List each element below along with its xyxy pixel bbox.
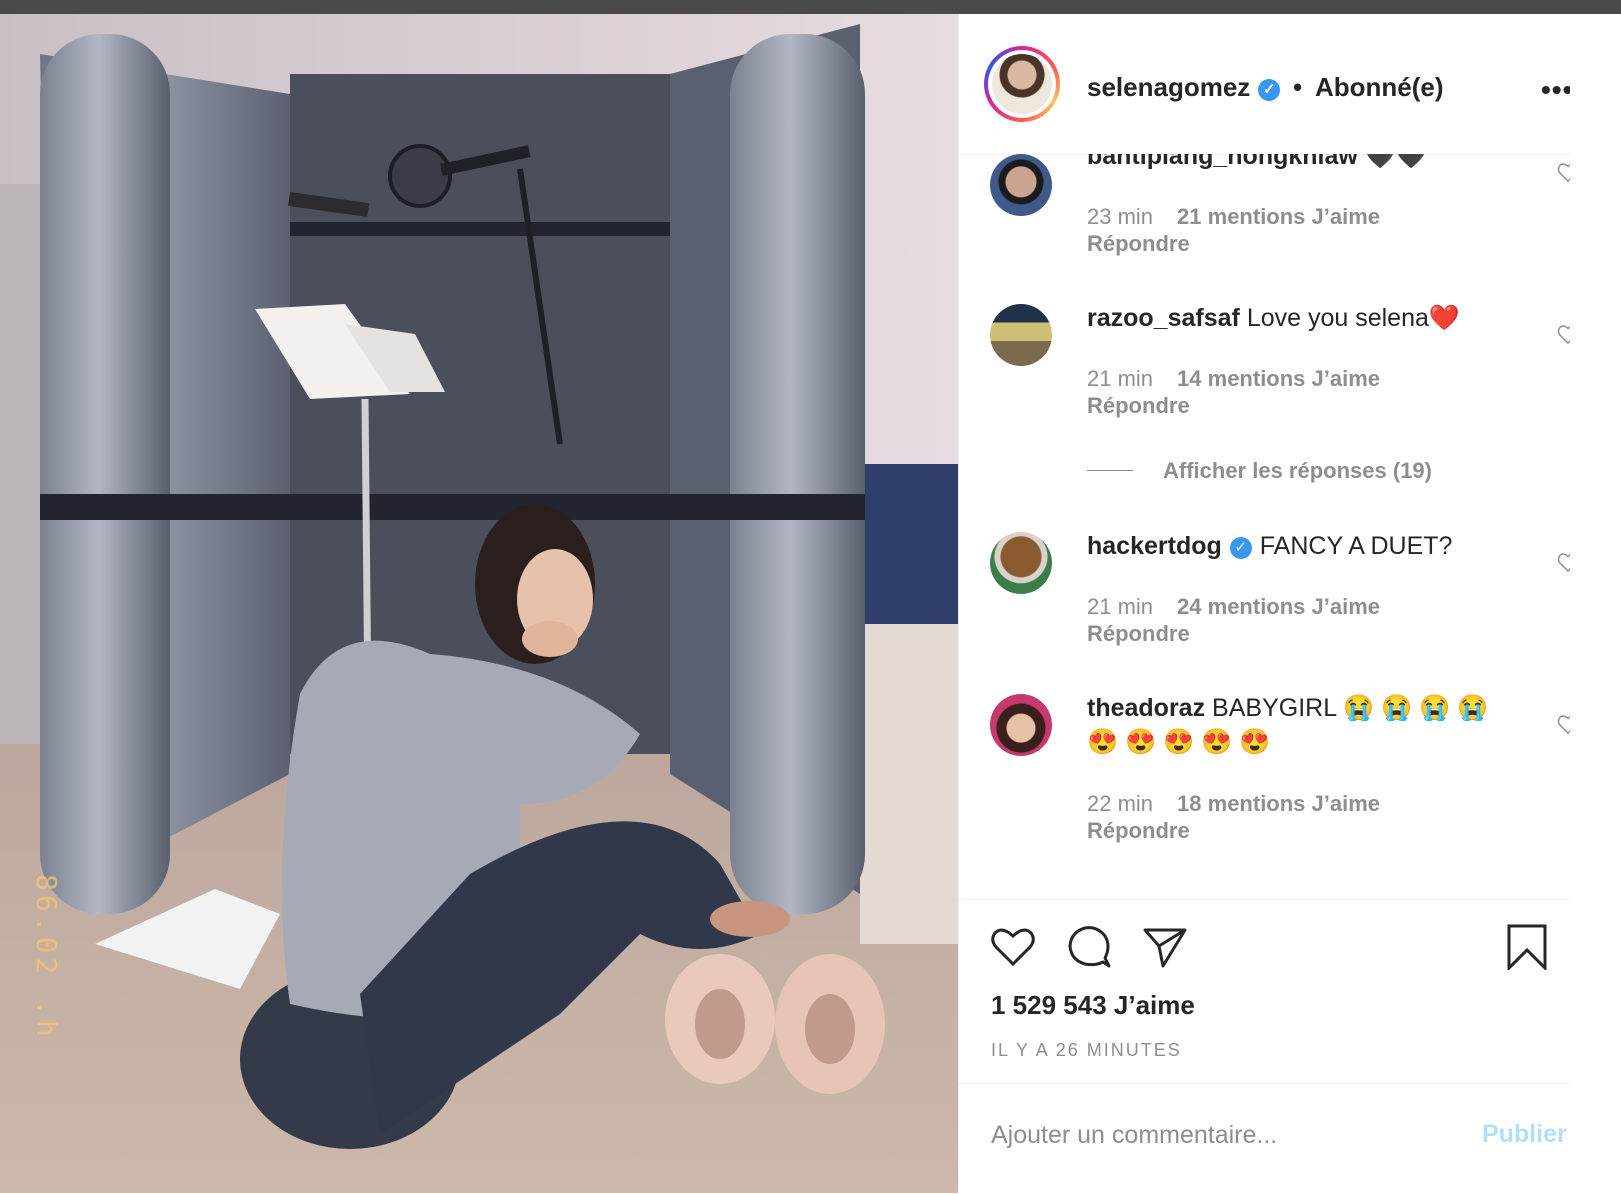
comment-likes[interactable]: 18 mentions J’aime — [1177, 791, 1380, 816]
comments-list[interactable]: bantiplang_nongkhlaw 🖤🖤 23 min 21 mention… — [959, 154, 1571, 899]
comment-input[interactable] — [989, 1120, 1413, 1151]
post-timestamp[interactable]: IL Y A 26 MINUTES — [991, 1040, 1182, 1061]
comment-text: hackertdog ✓ FANCY A DUET? — [1087, 529, 1527, 563]
verified-badge-icon: ✓ — [1229, 537, 1252, 559]
comment-username[interactable]: bantiplang_nongkhlaw — [1087, 154, 1358, 170]
comment-avatar[interactable] — [990, 532, 1052, 594]
comment-avatar[interactable] — [990, 304, 1052, 366]
verified-badge-icon: ✓ — [1258, 79, 1281, 101]
comment-meta: 23 min 21 mentions J’aime — [1087, 204, 1380, 230]
comment-body: BABYGIRL 😭 😭 😭 😭 — [1212, 694, 1489, 722]
post-side-panel: selenagomez ✓ • Abonné(e) ••• bantiplang_… — [958, 14, 1573, 1194]
comment-avatar[interactable] — [990, 694, 1052, 756]
comment-likes[interactable]: 21 mentions J’aime — [1177, 204, 1380, 229]
author-avatar-image — [992, 54, 1052, 114]
comment-body: FANCY A DUET? — [1259, 532, 1453, 560]
view-replies-label: Afficher les réponses (19) — [1163, 458, 1432, 483]
more-options-icon[interactable]: ••• — [1541, 74, 1573, 106]
photo-illustration — [0, 14, 958, 1193]
comment-username[interactable]: hackertdog — [1087, 532, 1222, 560]
comment-likes[interactable]: 14 mentions J’aime — [1177, 366, 1380, 391]
author-username[interactable]: selenagomez — [1087, 72, 1250, 102]
paper-plane-icon[interactable] — [1141, 922, 1189, 970]
comment-like-heart-icon[interactable] — [1557, 552, 1571, 572]
comment-body: 🖤🖤 — [1364, 154, 1428, 170]
likes-count[interactable]: 1 529 543 J’aime — [991, 990, 1195, 1021]
comment-time[interactable]: 21 min — [1087, 366, 1153, 391]
post-photo[interactable]: 86.02 .h — [0, 14, 958, 1193]
comment-meta: 21 min 14 mentions J’aime — [1087, 366, 1380, 392]
comment-username[interactable]: razoo_safsaf — [1087, 304, 1240, 332]
author-avatar[interactable] — [984, 46, 1060, 122]
comment-like-heart-icon[interactable] — [1557, 162, 1571, 182]
reply-button[interactable]: Répondre — [1087, 231, 1190, 257]
comment-time[interactable]: 23 min — [1087, 204, 1153, 229]
comment-avatar[interactable] — [990, 154, 1052, 216]
comment-time[interactable]: 21 min — [1087, 594, 1153, 619]
heart-icon[interactable] — [989, 922, 1037, 970]
page-right-margin — [1570, 14, 1621, 1193]
comment-text: bantiplang_nongkhlaw 🖤🖤 — [1087, 154, 1527, 173]
comment-body-line2: 😍 😍 😍 😍 😍 — [1087, 728, 1271, 756]
comment-likes[interactable]: 24 mentions J’aime — [1177, 594, 1380, 619]
comment-bubble-icon[interactable] — [1065, 922, 1113, 970]
publish-button[interactable]: Publier — [1482, 1120, 1567, 1149]
comment-body: Love you selena❤️ — [1246, 304, 1461, 332]
author-username-row: selenagomez ✓ — [1087, 72, 1281, 103]
post-header: selenagomez ✓ • Abonné(e) ••• — [959, 14, 1573, 155]
post-actions: 1 529 543 J’aime IL Y A 26 MINUTES — [959, 899, 1571, 1084]
replies-divider-line — [1087, 470, 1133, 471]
comment-text: theadoraz BABYGIRL 😭 😭 😭 😭 😍 😍 😍 😍 😍 — [1087, 691, 1527, 759]
comment-time[interactable]: 22 min — [1087, 791, 1153, 816]
add-comment-bar: Publier — [959, 1083, 1571, 1194]
comment-username[interactable]: theadoraz — [1087, 694, 1205, 722]
comment-meta: 22 min 18 mentions J’aime — [1087, 791, 1380, 817]
reply-button[interactable]: Répondre — [1087, 818, 1190, 844]
header-separator: • — [1293, 72, 1303, 102]
bookmark-icon[interactable] — [1503, 922, 1551, 970]
comment-like-heart-icon[interactable] — [1557, 714, 1571, 734]
comment-meta: 21 min 24 mentions J’aime — [1087, 594, 1380, 620]
photo-date-stamp: 86.02 .h — [30, 874, 63, 1041]
follow-status-button[interactable]: Abonné(e) — [1315, 72, 1444, 103]
view-replies-button[interactable]: Afficher les réponses (19) — [1087, 458, 1432, 484]
comment-like-heart-icon[interactable] — [1557, 324, 1571, 344]
reply-button[interactable]: Répondre — [1087, 621, 1190, 647]
comment-text: razoo_safsaf Love you selena❤️ — [1087, 301, 1527, 335]
reply-button[interactable]: Répondre — [1087, 393, 1190, 419]
